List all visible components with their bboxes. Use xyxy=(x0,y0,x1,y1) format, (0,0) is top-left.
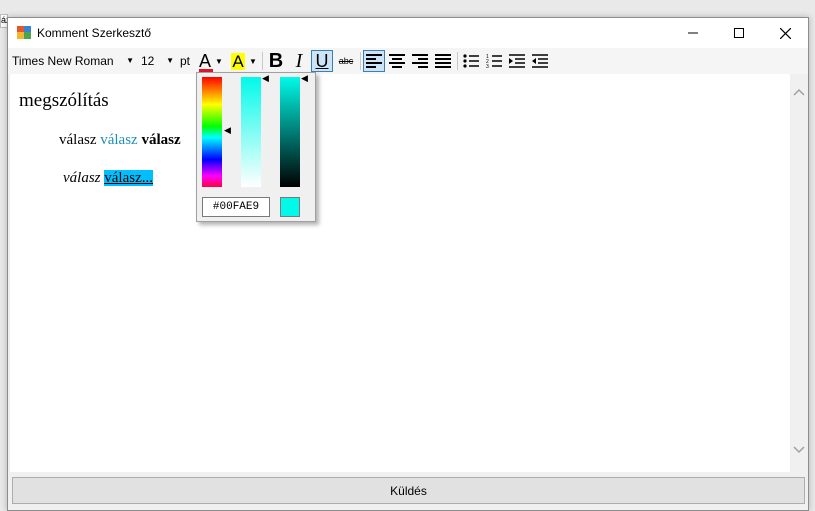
bullet-list-icon xyxy=(463,54,479,68)
font-color-dropdown[interactable]: ▼ xyxy=(214,50,224,72)
window-title: Komment Szerkesztő xyxy=(37,26,152,40)
hue-slider[interactable] xyxy=(202,77,222,187)
highlight-color-button[interactable]: A xyxy=(228,50,248,72)
rich-text-editor[interactable]: megszólítás válasz válasz válasz válasz … xyxy=(10,74,790,472)
color-preview-swatch xyxy=(280,197,300,217)
numbered-list-icon: 123 xyxy=(486,54,502,68)
brightness-slider[interactable] xyxy=(280,77,300,187)
font-color-icon: A xyxy=(198,50,213,72)
numbered-list-button[interactable]: 123 xyxy=(483,50,505,72)
align-left-button[interactable] xyxy=(363,50,385,72)
saturation-slider[interactable] xyxy=(241,77,261,187)
color-picker-popup: ◀ ◀ ◀ #00FAE9 xyxy=(196,72,316,222)
font-size-value: 12 xyxy=(141,54,155,68)
maximize-icon xyxy=(734,28,744,38)
hex-color-input[interactable]: #00FAE9 xyxy=(202,197,270,217)
reply-colored: válasz xyxy=(100,132,138,148)
decrease-indent-icon xyxy=(532,54,548,68)
chevron-down-icon: ▼ xyxy=(166,56,174,65)
minimize-icon xyxy=(688,32,698,34)
send-button[interactable]: Küldés xyxy=(12,477,805,504)
minimize-button[interactable] xyxy=(670,18,716,48)
title-bar: Komment Szerkesztő xyxy=(8,18,808,48)
align-left-icon xyxy=(366,54,382,68)
unit-label: pt xyxy=(180,54,191,68)
brightness-marker-icon[interactable]: ◀ xyxy=(301,73,308,84)
increase-indent-icon xyxy=(509,54,525,68)
reply-plain: válasz xyxy=(59,132,97,148)
vertical-scrollbar[interactable] xyxy=(790,74,808,472)
highlight-icon: A xyxy=(231,51,245,71)
justify-button[interactable] xyxy=(432,50,454,72)
reply-bold: válasz xyxy=(141,132,181,148)
close-button[interactable] xyxy=(762,18,808,48)
align-center-button[interactable] xyxy=(386,50,408,72)
chevron-down-icon[interactable] xyxy=(793,446,805,454)
app-icon xyxy=(17,26,31,39)
saturation-marker-icon[interactable]: ◀ xyxy=(262,73,269,84)
reply-line-1: válasz válasz válasz xyxy=(59,132,181,149)
font-family-dropdown[interactable]: Times New Roman ▼ xyxy=(12,50,136,72)
align-right-button[interactable] xyxy=(409,50,431,72)
font-size-dropdown[interactable]: 12 ▼ xyxy=(138,50,176,72)
formatting-toolbar: Times New Roman ▼ 12 ▼ pt A ▼ A ▼ B I U … xyxy=(8,48,808,74)
hue-marker-icon[interactable]: ◀ xyxy=(224,125,231,136)
increase-indent-button[interactable] xyxy=(506,50,528,72)
svg-text:3: 3 xyxy=(486,64,489,68)
reply-line-2: válasz válasz... xyxy=(63,170,153,187)
salutation-text: megszólítás xyxy=(19,90,109,111)
justify-icon xyxy=(435,54,451,68)
close-icon xyxy=(779,27,791,39)
bullet-list-button[interactable] xyxy=(460,50,482,72)
maximize-button[interactable] xyxy=(716,18,762,48)
bold-button[interactable]: B xyxy=(265,50,287,72)
chevron-down-icon: ▼ xyxy=(126,56,134,65)
underline-button[interactable]: U xyxy=(311,50,333,72)
italic-button[interactable]: I xyxy=(288,50,310,72)
strikethrough-button[interactable]: abc xyxy=(335,50,357,72)
align-center-icon xyxy=(389,54,405,68)
reply-italic: válasz xyxy=(63,170,101,186)
align-right-icon xyxy=(412,54,428,68)
decrease-indent-button[interactable] xyxy=(529,50,551,72)
highlight-color-dropdown[interactable]: ▼ xyxy=(248,50,258,72)
chevron-up-icon[interactable] xyxy=(793,88,805,96)
reply-highlighted: válasz... xyxy=(104,170,153,186)
font-color-button[interactable]: A xyxy=(196,50,214,72)
font-family-value: Times New Roman xyxy=(12,54,114,68)
editor-window: Komment Szerkesztő Times New Roman ▼ 12 … xyxy=(7,17,809,511)
